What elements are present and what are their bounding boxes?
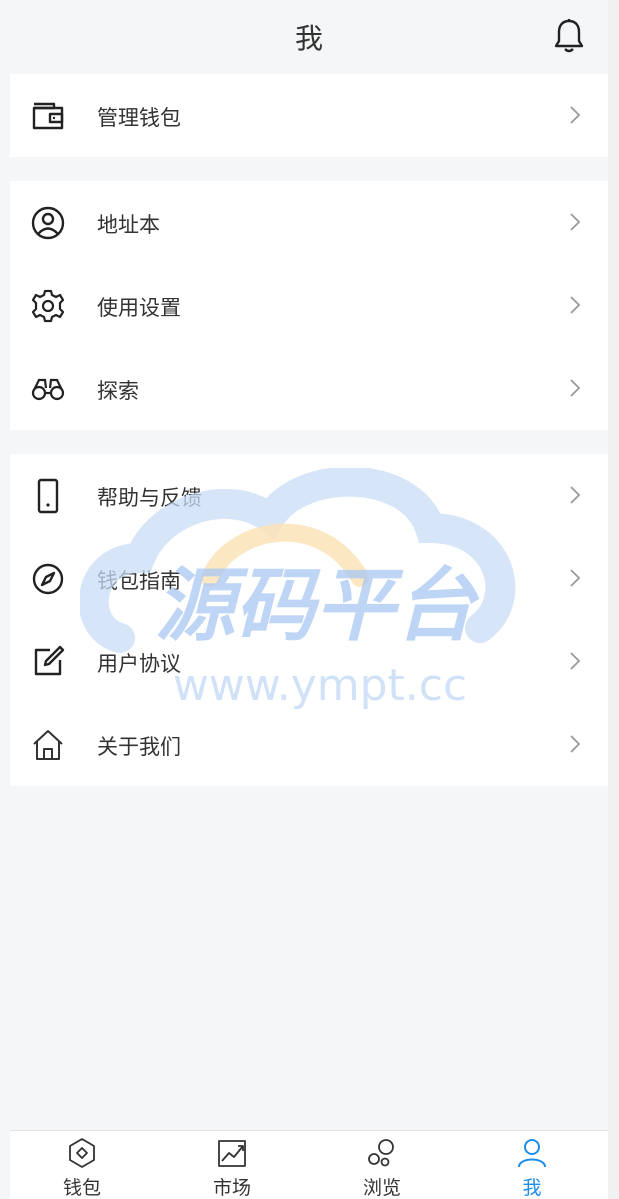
wallet-icon (32, 102, 64, 130)
tab-market[interactable]: 市场 (182, 1131, 282, 1199)
menu-group-about: 帮助与反馈 钱包指南 用户协议 关于我们 (10, 454, 608, 786)
chart-icon (218, 1140, 246, 1167)
menu-item-explore[interactable]: 探索 (10, 347, 608, 430)
bell-icon[interactable] (553, 18, 585, 54)
tab-browse[interactable]: 浏览 (332, 1131, 432, 1199)
menu-group-settings: 地址本 使用设置 探索 (10, 181, 608, 430)
tab-label: 钱包 (62, 1177, 101, 1199)
tab-wallet[interactable]: 钱包 (32, 1131, 132, 1199)
bottom-tab-bar: 钱包 市场 浏览 我 (10, 1130, 608, 1199)
tab-label: 浏览 (362, 1177, 401, 1199)
menu-item-label: 地址本 (97, 213, 160, 237)
chevron-right-icon (570, 652, 581, 670)
menu-item-label: 钱包指南 (97, 569, 181, 593)
wallet-hex-icon (69, 1138, 95, 1168)
menu-item-label: 管理钱包 (97, 106, 181, 130)
chevron-right-icon (570, 106, 581, 124)
menu-item-help-feedback[interactable]: 帮助与反馈 (10, 454, 608, 537)
menu-item-label: 关于我们 (97, 735, 181, 759)
binoculars-icon (31, 378, 65, 401)
chevron-right-icon (570, 379, 581, 397)
tab-label: 市场 (212, 1177, 251, 1199)
menu-item-about-us[interactable]: 关于我们 (10, 703, 608, 786)
menu-item-label: 探索 (97, 379, 139, 403)
compass-icon (32, 563, 64, 595)
menu-item-manage-wallet[interactable]: 管理钱包 (10, 74, 608, 157)
menu-item-user-agreement[interactable]: 用户协议 (10, 620, 608, 703)
menu-group-wallet: 管理钱包 (10, 74, 608, 157)
gear-icon (31, 289, 65, 323)
menu-item-label: 使用设置 (97, 296, 181, 320)
home-icon (33, 730, 63, 760)
phone-icon (37, 478, 59, 514)
edit-icon (34, 645, 65, 676)
menu-item-label: 帮助与反馈 (97, 486, 202, 510)
menu-item-wallet-guide[interactable]: 钱包指南 (10, 537, 608, 620)
tab-me[interactable]: 我 (482, 1131, 582, 1199)
menu-item-address-book[interactable]: 地址本 (10, 181, 608, 264)
tab-label: 我 (522, 1177, 542, 1199)
chevron-right-icon (570, 735, 581, 753)
menu-item-label: 用户协议 (97, 652, 181, 676)
user-circle-icon (31, 206, 65, 240)
chevron-right-icon (570, 486, 581, 504)
app-screen: 我 管理钱包 地址本 使用设置 探索 帮助与反馈 钱包指南 用户协议 关于我们 … (0, 0, 608, 1199)
page-title: 我 (294, 22, 323, 55)
page-header: 我 (10, 0, 608, 73)
chevron-right-icon (570, 213, 581, 231)
chevron-right-icon (570, 296, 581, 314)
menu-item-settings[interactable]: 使用设置 (10, 264, 608, 347)
chevron-right-icon (570, 569, 581, 587)
person-icon (518, 1139, 546, 1168)
bubbles-icon (368, 1139, 394, 1167)
